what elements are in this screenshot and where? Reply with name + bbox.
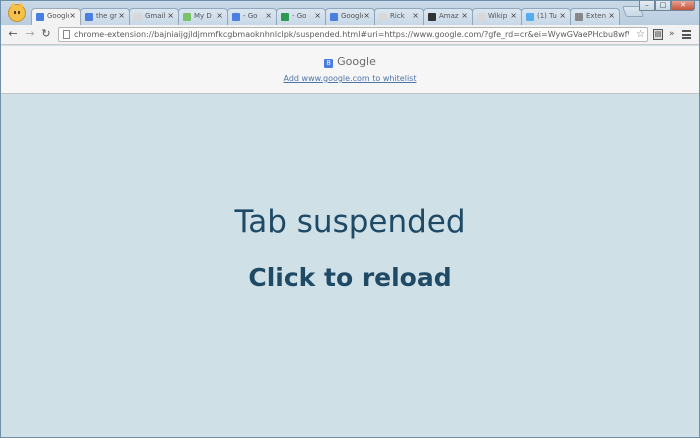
reload-icon[interactable]: ↻ — [39, 27, 53, 41]
tab-label: My D — [194, 12, 212, 20]
tab-close-icon[interactable]: × — [118, 11, 125, 21]
tab-close-icon[interactable]: × — [314, 11, 321, 21]
extension-icon[interactable]: ▤ — [653, 29, 663, 40]
suspended-body[interactable]: Tab suspended Click to reload — [1, 95, 699, 437]
browser-tab[interactable]: Exten × — [570, 8, 620, 25]
tab-label: Rick — [390, 12, 405, 20]
tab-close-icon[interactable]: × — [216, 11, 223, 21]
bookmark-star-icon[interactable]: ☆ — [636, 28, 645, 41]
address-bar-url[interactable]: chrome-extension://bajniaijgjldjmmfkcgbm… — [74, 29, 629, 40]
address-bar[interactable]: chrome-extension://bajniaijgjldjmmfkcgbm… — [58, 27, 648, 42]
browser-tab[interactable]: the gr × — [80, 8, 130, 25]
minimize-button[interactable]: – — [639, 1, 655, 11]
tab-strip: Google×the gr×Gmail×My D×- Go×- Go×Googl… — [1, 1, 699, 25]
tab-label: Wikip — [488, 12, 508, 20]
tab-label: Google — [341, 12, 363, 20]
tab-label: - Go — [243, 12, 258, 20]
google-favicon-icon: 8 — [324, 59, 334, 68]
tab-label: Exten — [586, 12, 607, 20]
tab-favicon-icon — [36, 13, 44, 21]
tab-label: - Go — [292, 12, 307, 20]
tab-label: Google — [47, 12, 69, 20]
suspended-headline: Tab suspended — [234, 204, 466, 240]
browser-tab[interactable]: Gmail × — [129, 8, 179, 25]
tab-favicon-icon — [85, 13, 93, 21]
forward-arrow-icon[interactable]: → — [23, 27, 37, 41]
tab-close-icon[interactable]: × — [167, 11, 174, 21]
tab-favicon-icon — [526, 13, 534, 21]
window-controls: – □ ✕ — [639, 1, 695, 13]
tab-favicon-icon — [281, 13, 289, 21]
whitelist-link[interactable]: Add www.google.com to whitelist — [1, 74, 699, 84]
browser-tab[interactable]: Rick × — [374, 8, 424, 25]
tab-label: the gr — [96, 12, 118, 20]
tab-label: Gmail — [145, 12, 166, 20]
browser-tab[interactable]: Google× — [31, 8, 81, 25]
tab-close-icon[interactable]: × — [412, 11, 419, 21]
tab-close-icon[interactable]: × — [265, 11, 272, 21]
browser-tab[interactable]: - Go × — [227, 8, 277, 25]
tab-close-icon[interactable]: × — [559, 11, 566, 21]
tab-favicon-icon — [379, 13, 387, 21]
tab-label: Amaz — [439, 12, 459, 20]
tab-close-icon[interactable]: × — [608, 11, 615, 21]
tab-favicon-icon — [232, 13, 240, 21]
browser-toolbar: ← → ↻ chrome-extension://bajniaijgjldjmm… — [1, 25, 699, 45]
click-to-reload[interactable]: Click to reload — [1, 262, 699, 294]
page-icon — [63, 30, 70, 39]
tab-close-icon[interactable]: × — [69, 11, 76, 21]
tab-favicon-icon — [477, 13, 485, 21]
tab-favicon-icon — [575, 13, 583, 21]
browser-tab[interactable]: Google× — [325, 8, 375, 25]
tab-favicon-icon — [330, 13, 338, 21]
maximize-button[interactable]: □ — [655, 1, 671, 11]
browser-tab[interactable]: My D × — [178, 8, 228, 25]
tab-close-icon[interactable]: × — [461, 11, 468, 21]
back-arrow-icon[interactable]: ← — [6, 27, 20, 41]
site-title-text: Google — [337, 55, 376, 68]
browser-tab[interactable]: Amaz × — [423, 8, 473, 25]
browser-window: Google×the gr×Gmail×My D×- Go×- Go×Googl… — [0, 0, 700, 438]
site-title: 8 Google — [1, 55, 699, 69]
tab-close-icon[interactable]: × — [363, 11, 370, 21]
tab-favicon-icon — [428, 13, 436, 21]
browser-tab[interactable]: - Go × — [276, 8, 326, 25]
browser-tab[interactable]: (1) Tu × — [521, 8, 571, 25]
tab-label: (1) Tu — [537, 12, 557, 20]
suspended-header: 8 Google Add www.google.com to whitelist — [1, 46, 699, 94]
extensions-overflow-icon[interactable]: » — [669, 27, 675, 41]
profile-cat-icon[interactable] — [8, 2, 26, 22]
close-window-button[interactable]: ✕ — [671, 1, 695, 11]
tab-close-icon[interactable]: × — [510, 11, 517, 21]
menu-icon[interactable] — [682, 30, 691, 39]
tab-favicon-icon — [183, 13, 191, 21]
tab-favicon-icon — [134, 13, 142, 21]
browser-tab[interactable]: Wikip × — [472, 8, 522, 25]
